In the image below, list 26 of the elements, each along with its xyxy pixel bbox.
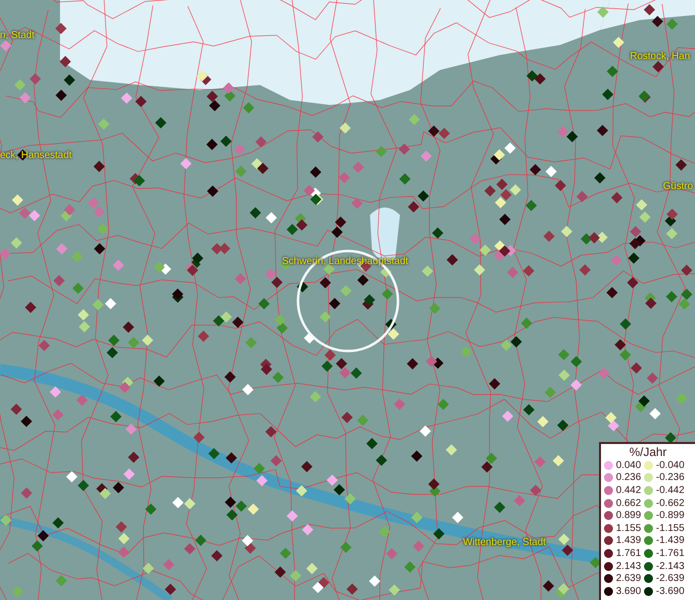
place-label: Güstro (663, 181, 694, 193)
legend-value: -3.690 (656, 586, 684, 597)
legend-value: -2.143 (656, 560, 684, 572)
legend-value: -2.639 (656, 573, 684, 584)
place-label: Rostock, Han (630, 51, 690, 63)
legend-value: -0.899 (656, 510, 684, 522)
legend-value: 0.040 (616, 460, 642, 471)
legend-value: 0.662 (616, 498, 642, 509)
legend-value: 0.442 (616, 484, 642, 496)
legend-title: %/Jahr (628, 446, 668, 459)
legend-value: 1.761 (616, 548, 642, 559)
legend-value: -1.439 (656, 535, 684, 546)
legend-value: -1.761 (656, 548, 684, 559)
legend-value: -0.236 (656, 472, 684, 484)
legend-value: 0.899 (616, 510, 642, 522)
legend-value: 2.639 (616, 573, 642, 584)
legend-value: 3.690 (616, 586, 642, 597)
legend-value: 2.143 (616, 560, 642, 572)
legend-value: 1.155 (616, 522, 642, 534)
place-label: n, Stadt (0, 30, 34, 42)
legend-value: -0.662 (656, 498, 684, 509)
legend-value: 1.439 (616, 535, 642, 546)
legend-value: 0.236 (616, 472, 642, 484)
legend-value: -0.442 (656, 484, 684, 496)
legend-value: -1.155 (656, 522, 684, 534)
legend-value: -0.040 (656, 460, 684, 471)
